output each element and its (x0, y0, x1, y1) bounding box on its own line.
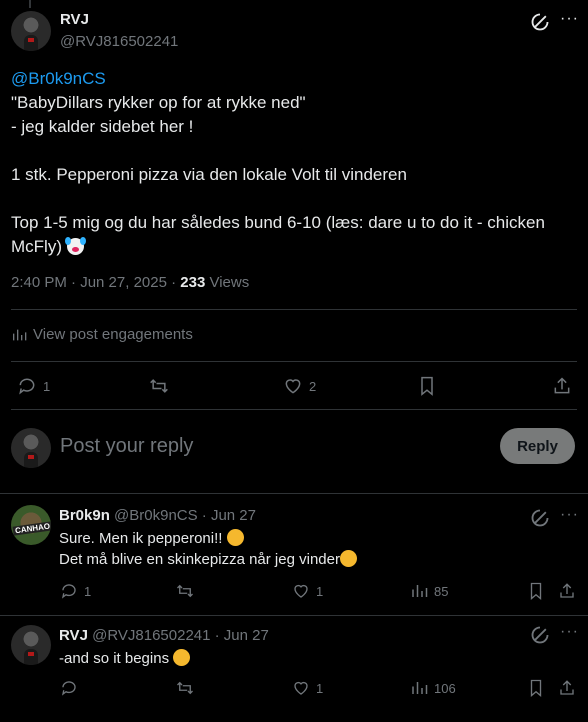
bookmark-icon (530, 582, 542, 600)
grok-icon[interactable] (530, 12, 550, 32)
repost-button[interactable] (148, 376, 170, 396)
like-button[interactable]: 1 (292, 582, 323, 600)
avatar (11, 428, 51, 468)
reply-icon (19, 378, 35, 395)
avatar[interactable]: CANHAO (11, 505, 51, 545)
salute-emoji-icon (339, 550, 357, 567)
reply-text: -and so it begins (59, 648, 191, 669)
views-button[interactable]: 106 (410, 679, 456, 697)
reply-header: RVJ @RVJ816502241 · Jun 27 (59, 627, 269, 644)
analytics-icon (412, 682, 428, 694)
post-body: @Br0k9nCS "BabyDillars rykker op for at … (11, 67, 571, 259)
reply-button[interactable] (60, 679, 84, 697)
divider (11, 309, 577, 310)
more-icon[interactable]: ··· (560, 623, 579, 641)
like-icon (294, 584, 308, 598)
post-action-bar: 1 2 (0, 376, 588, 396)
post-mention[interactable]: @Br0k9nCS (11, 69, 106, 88)
divider (11, 361, 577, 362)
reply-header: Br0k9n @Br0k9nCS · Jun 27 (59, 507, 256, 524)
reply-date[interactable]: · Jun 27 (198, 507, 256, 524)
share-icon (554, 377, 570, 394)
share-button[interactable] (558, 679, 576, 697)
share-icon (560, 680, 574, 695)
repost-button[interactable] (175, 582, 195, 600)
thread-line (29, 0, 31, 8)
repost-icon (177, 681, 193, 695)
reply-icon (61, 681, 76, 696)
reply-composer: Post your reply Reply (0, 410, 588, 494)
more-icon[interactable]: ··· (560, 506, 579, 524)
share-button[interactable] (552, 376, 572, 396)
analytics-icon (412, 585, 428, 597)
post-author-handle[interactable]: @RVJ816502241 (60, 33, 178, 50)
reply-submit-button[interactable]: Reply (500, 428, 575, 464)
more-icon[interactable]: ··· (560, 10, 579, 28)
reply-author-handle[interactable]: @Br0k9nCS (114, 507, 198, 524)
reply-button[interactable]: 1 (60, 582, 91, 600)
like-icon (285, 379, 301, 394)
reply-author-name[interactable]: Br0k9n (59, 507, 110, 524)
post-timestamp[interactable]: 2:40 PM · Jun 27, 2025 · 233 Views (11, 274, 249, 291)
bookmark-button[interactable] (528, 679, 544, 697)
post-author-name[interactable]: RVJ (60, 11, 89, 28)
like-button[interactable]: 2 (283, 376, 316, 396)
grok-icon[interactable] (530, 625, 550, 645)
repost-icon (150, 379, 168, 393)
avatar[interactable] (11, 11, 51, 51)
reply-button[interactable]: 1 (17, 376, 50, 396)
like-icon (294, 681, 308, 695)
bookmark-button[interactable] (418, 376, 436, 396)
avatar[interactable] (11, 625, 51, 665)
reply-icon (61, 584, 76, 599)
post-text: "BabyDillars rykker op for at rykke ned"… (11, 93, 545, 256)
clown-emoji-icon (64, 237, 86, 255)
reply-input[interactable]: Post your reply (60, 435, 193, 458)
engagements-label: View post engagements (33, 326, 193, 343)
views-button[interactable]: 85 (410, 582, 448, 600)
bookmark-icon (530, 679, 542, 697)
grin-emoji-icon (173, 649, 191, 666)
share-icon (560, 583, 574, 598)
grok-icon[interactable] (530, 508, 550, 528)
reply-author-name[interactable]: RVJ (59, 627, 88, 644)
view-engagements-link[interactable]: View post engagements (11, 326, 193, 343)
bookmark-button[interactable] (528, 582, 544, 600)
analytics-icon (13, 329, 27, 340)
share-button[interactable] (558, 582, 576, 600)
reply-post[interactable]: CANHAO Br0k9n @Br0k9nCS · Jun 27 ··· Sur… (0, 495, 588, 615)
repost-icon (177, 584, 193, 598)
views-count: 233 (180, 274, 206, 291)
repost-button[interactable] (175, 679, 195, 697)
like-button[interactable]: 1 (292, 679, 323, 697)
reply-date[interactable]: · Jun 27 (210, 627, 269, 644)
kiss-emoji-icon (226, 529, 244, 546)
reply-author-handle[interactable]: @RVJ816502241 (92, 627, 210, 644)
reply-action-bar: 1 106 (0, 679, 588, 699)
reply-action-bar: 1 1 85 (0, 582, 588, 602)
reply-post[interactable]: RVJ @RVJ816502241 · Jun 27 ··· -and so i… (0, 615, 588, 722)
bookmark-icon (421, 376, 433, 396)
reply-text: Sure. Men ik pepperoni!! Det må blive en… (59, 528, 357, 570)
